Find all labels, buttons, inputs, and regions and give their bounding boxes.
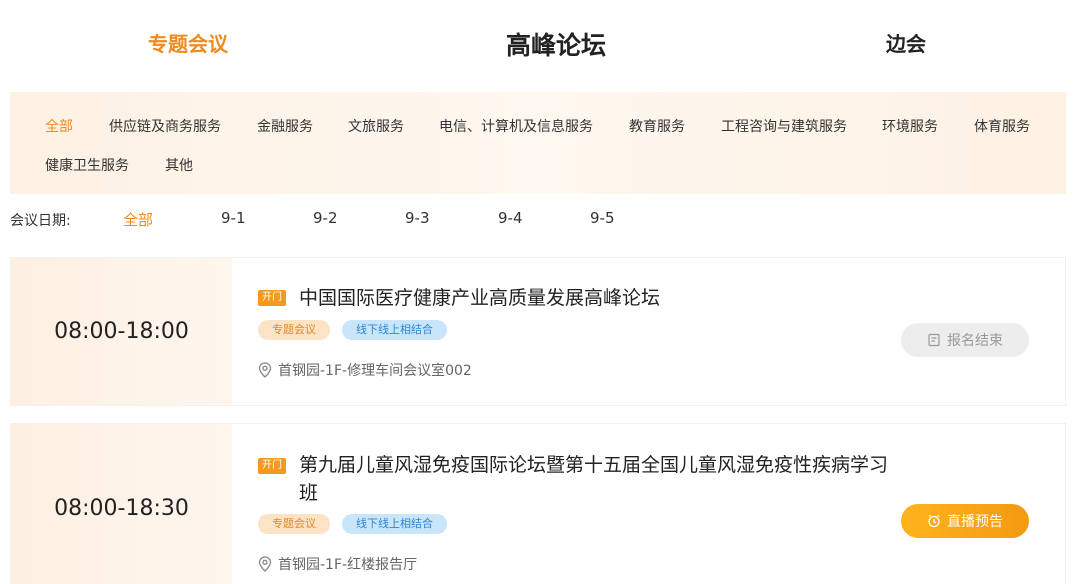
tab-thematic-meetings[interactable]: 专题会议 [148, 28, 228, 57]
date-9-5[interactable]: 9-5 [590, 209, 615, 227]
event-title[interactable]: 中国国际医疗健康产业高质量发展高峰论坛 [299, 284, 899, 312]
category-finance[interactable]: 金融服务 [257, 116, 313, 136]
open-badge: 开门 [258, 290, 286, 306]
button-label: 直播预告 [947, 514, 1003, 530]
category-health[interactable]: 健康卫生服务 [45, 155, 129, 175]
location-text: 首钢园-1F-红楼报告厅 [278, 557, 418, 573]
date-filter-label: 会议日期: [10, 213, 71, 229]
event-time: 08:00-18:00 [11, 258, 232, 405]
date-filter-row: 会议日期: 全部 9-1 9-2 9-3 9-4 9-5 [0, 208, 1080, 232]
category-engineering[interactable]: 工程咨询与建筑服务 [721, 116, 847, 136]
category-all[interactable]: 全部 [45, 116, 73, 136]
tag-meeting-type: 专题会议 [258, 320, 330, 340]
category-environment[interactable]: 环境服务 [882, 116, 938, 136]
form-icon [928, 333, 940, 347]
date-9-3[interactable]: 9-3 [405, 209, 430, 227]
category-culture-tourism[interactable]: 文旅服务 [348, 116, 404, 136]
location-pin-icon [258, 556, 272, 572]
event-location: 首钢园-1F-修理车间会议室002 [258, 360, 472, 380]
location-text: 首钢园-1F-修理车间会议室002 [278, 363, 472, 379]
alarm-clock-icon [928, 514, 940, 528]
location-pin-icon [258, 362, 272, 378]
event-card[interactable]: 08:00-18:00 开门 中国国际医疗健康产业高质量发展高峰论坛 专题会议 … [10, 257, 1066, 406]
registration-closed-button[interactable]: 报名结束 [901, 323, 1029, 357]
category-other[interactable]: 其他 [165, 155, 193, 175]
button-label: 报名结束 [947, 333, 1003, 349]
category-filter-panel: 全部 供应链及商务服务 金融服务 文旅服务 电信、计算机及信息服务 教育服务 工… [10, 92, 1066, 194]
top-tab-bar: 专题会议 高峰论坛 边会 [0, 0, 1080, 90]
category-education[interactable]: 教育服务 [629, 116, 685, 136]
date-9-2[interactable]: 9-2 [313, 209, 338, 227]
event-title[interactable]: 第九届儿童风湿免疫国际论坛暨第十五届全国儿童风湿免疫性疾病学习班 [299, 451, 899, 507]
event-card[interactable]: 08:00-18:30 开门 第九届儿童风湿免疫国际论坛暨第十五届全国儿童风湿免… [10, 423, 1066, 584]
open-badge: 开门 [258, 458, 286, 474]
event-time: 08:00-18:30 [11, 424, 232, 584]
tag-meeting-type: 专题会议 [258, 514, 330, 534]
tag-format: 线下线上相结合 [342, 514, 447, 534]
category-supply-chain[interactable]: 供应链及商务服务 [109, 116, 221, 136]
live-preview-button[interactable]: 直播预告 [901, 504, 1029, 538]
date-9-4[interactable]: 9-4 [498, 209, 523, 227]
tab-summit-forum[interactable]: 高峰论坛 [506, 26, 606, 62]
tag-format: 线下线上相结合 [342, 320, 447, 340]
date-9-1[interactable]: 9-1 [221, 209, 246, 227]
category-telecom-it[interactable]: 电信、计算机及信息服务 [439, 116, 593, 136]
event-location: 首钢园-1F-红楼报告厅 [258, 554, 417, 574]
date-all[interactable]: 全部 [123, 209, 153, 230]
category-sports[interactable]: 体育服务 [974, 116, 1030, 136]
tab-side-events[interactable]: 边会 [886, 28, 926, 57]
